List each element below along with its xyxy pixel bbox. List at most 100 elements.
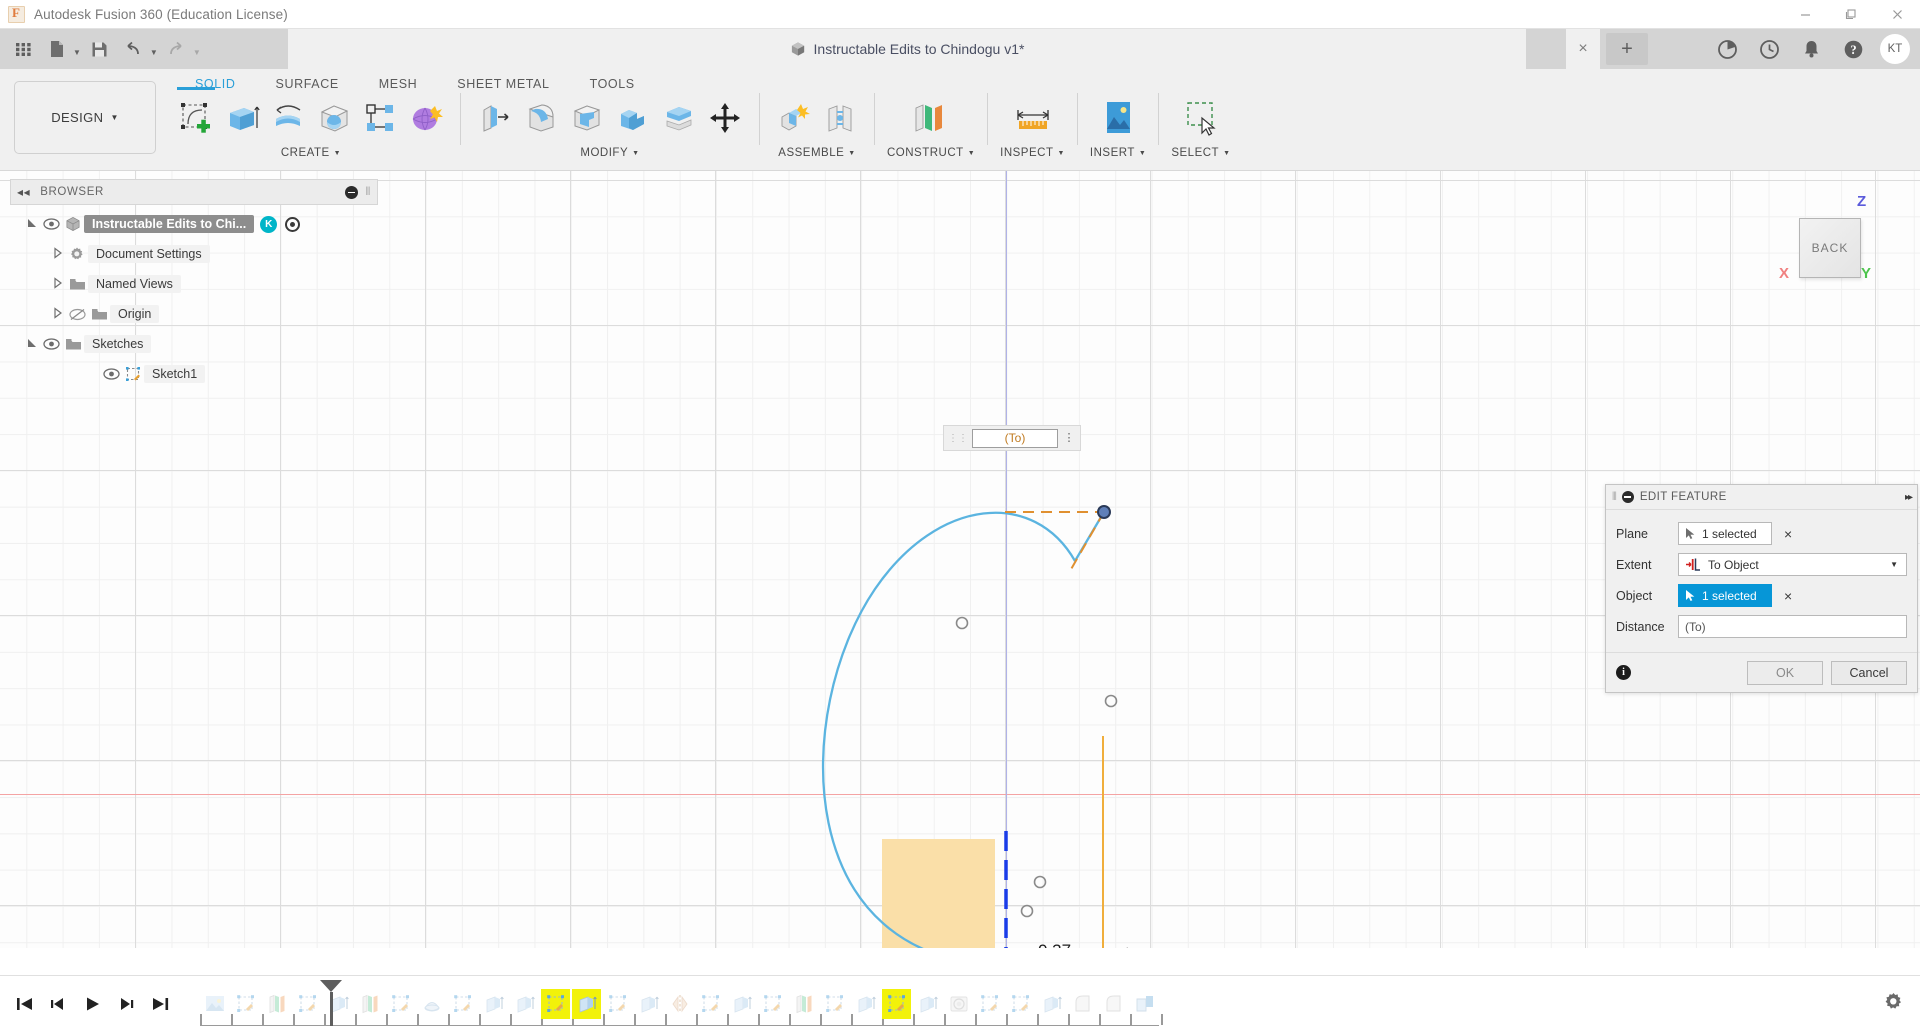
tree-row[interactable]: Sketches: [10, 329, 378, 359]
view-cube[interactable]: BACK Z X Y: [1777, 193, 1892, 298]
split-face-icon[interactable]: [657, 93, 701, 143]
revolve-icon[interactable]: [266, 93, 310, 143]
extrude-feature-icon[interactable]: [510, 989, 539, 1019]
tree-row[interactable]: Sketch1: [10, 359, 378, 389]
panel-insert-label[interactable]: INSERT ▼: [1090, 147, 1146, 159]
fillet-icon[interactable]: [519, 93, 563, 143]
tree-node-label[interactable]: Sketch1: [144, 365, 206, 383]
redo-icon[interactable]: [162, 34, 192, 64]
notifications-bell-icon[interactable]: [1790, 29, 1832, 69]
plane-clear-button[interactable]: ×: [1784, 526, 1792, 542]
expand-arrow-icon[interactable]: [24, 337, 40, 352]
press-pull-icon[interactable]: [473, 93, 517, 143]
plane-selection-field[interactable]: 1 selected: [1678, 522, 1772, 545]
expand-arrow-icon[interactable]: [24, 217, 40, 232]
extrude-feature-icon[interactable]: [634, 989, 663, 1019]
dialog-header[interactable]: ⦀ EDIT FEATURE ▸▸: [1606, 485, 1917, 510]
dimension-value-label[interactable]: 0.37: [1038, 941, 1071, 948]
mirror-feature-icon[interactable]: [665, 989, 694, 1019]
workspace-switcher-button[interactable]: DESIGN ▼: [14, 81, 156, 154]
recent-activity-icon[interactable]: [1748, 29, 1790, 69]
timeline-settings-icon[interactable]: [1883, 991, 1904, 1017]
timeline-track[interactable]: [200, 979, 1163, 1028]
distance-input[interactable]: (To): [1678, 615, 1907, 638]
expand-arrow-icon[interactable]: [50, 246, 66, 262]
plane-feature-icon[interactable]: [355, 989, 384, 1019]
shell-icon[interactable]: [565, 93, 609, 143]
expand-right-icon[interactable]: ▸▸: [1905, 492, 1913, 503]
select-window-icon[interactable]: [1175, 93, 1227, 143]
extrude-feature-icon[interactable]: [913, 989, 942, 1019]
play-icon[interactable]: [80, 991, 104, 1017]
form-icon[interactable]: [404, 93, 448, 143]
undo-icon[interactable]: [119, 34, 149, 64]
extent-to-marker[interactable]: ⋮⋮ (To) ⋮: [943, 425, 1081, 451]
loft-feature-icon[interactable]: [417, 989, 446, 1019]
modeling-canvas[interactable]: 0.37 ⋮⋮ (To) ⋮ BACK Z X Y ◂◂ BROWSER ⦀: [0, 171, 1920, 948]
plane-feature-icon[interactable]: [789, 989, 818, 1019]
minimize-button[interactable]: [1782, 0, 1828, 29]
tree-row[interactable]: Document Settings: [10, 239, 378, 269]
new-component-icon[interactable]: [772, 93, 816, 143]
extrude-feature-icon[interactable]: [572, 988, 601, 1019]
tree-row[interactable]: Named Views: [10, 269, 378, 299]
extrude-feature-icon[interactable]: [851, 989, 880, 1019]
step-forward-icon[interactable]: [114, 991, 138, 1017]
grip-icon[interactable]: ⦀: [366, 186, 371, 199]
sketch-feature-icon[interactable]: [696, 989, 725, 1019]
measure-icon[interactable]: [1005, 93, 1061, 143]
fillet-feature-icon[interactable]: [1099, 989, 1128, 1019]
shell-feature-icon[interactable]: [1130, 989, 1159, 1019]
joint-icon[interactable]: [818, 93, 862, 143]
panel-create-label[interactable]: CREATE ▼: [281, 147, 341, 159]
sketch-feature-icon[interactable]: [231, 989, 260, 1019]
panel-construct-label[interactable]: CONSTRUCT ▼: [887, 147, 975, 159]
sketch-feature-icon[interactable]: [882, 988, 911, 1019]
sketch-feature-icon[interactable]: [820, 989, 849, 1019]
create-sketch-icon[interactable]: [174, 87, 218, 143]
tree-node-label[interactable]: Sketches: [84, 335, 152, 353]
job-status-icon[interactable]: [1706, 29, 1748, 69]
expand-arrow-icon[interactable]: [50, 306, 66, 322]
document-tab[interactable]: Instructable Edits to Chindogu v1*: [288, 29, 1526, 69]
sketch-feature-icon[interactable]: [603, 989, 632, 1019]
collapse-left-icon[interactable]: ◂◂: [17, 185, 30, 199]
step-back-icon[interactable]: [46, 991, 70, 1017]
panel-inspect-label[interactable]: INSPECT ▼: [1000, 147, 1065, 159]
new-file-caret-icon[interactable]: ▼: [73, 48, 81, 57]
panel-assemble-label[interactable]: ASSEMBLE ▼: [778, 147, 855, 159]
sketch-feature-icon[interactable]: [448, 989, 477, 1019]
fillet-feature-icon[interactable]: [1068, 989, 1097, 1019]
grip-icon[interactable]: ⋮⋮: [948, 433, 968, 444]
tree-row[interactable]: Instructable Edits to Chi... K: [10, 209, 378, 239]
new-document-tab-button[interactable]: +: [1606, 33, 1648, 65]
panel-modify-label[interactable]: MODIFY ▼: [580, 147, 639, 159]
redo-caret-icon[interactable]: ▼: [193, 48, 201, 57]
avatar[interactable]: KT: [1880, 34, 1910, 64]
tree-node-label[interactable]: Document Settings: [88, 245, 210, 263]
view-cube-face[interactable]: BACK: [1799, 218, 1861, 278]
undo-caret-icon[interactable]: ▼: [150, 48, 158, 57]
sketch-feature-icon[interactable]: [758, 989, 787, 1019]
pattern-icon[interactable]: [358, 93, 402, 143]
sketch-feature-icon[interactable]: [1006, 989, 1035, 1019]
info-icon[interactable]: i: [1616, 665, 1631, 680]
sketch-feature-icon[interactable]: [386, 989, 415, 1019]
visibility-toggle-icon[interactable]: [40, 338, 62, 350]
sketch-feature-icon[interactable]: [541, 988, 570, 1019]
document-tab-close-icon[interactable]: ×: [1566, 29, 1600, 69]
hole-icon[interactable]: [312, 93, 356, 143]
app-grid-icon[interactable]: [8, 34, 38, 64]
chevron-down-icon[interactable]: ▼: [1890, 560, 1898, 569]
maximize-button[interactable]: [1828, 0, 1874, 29]
tree-row[interactable]: Origin: [10, 299, 378, 329]
visibility-toggle-icon[interactable]: [40, 218, 62, 230]
extrude-icon[interactable]: [220, 93, 264, 143]
object-selection-field[interactable]: 1 selected: [1678, 584, 1772, 607]
help-icon[interactable]: ?: [1832, 29, 1874, 69]
timeline-playhead[interactable]: [320, 979, 342, 1026]
more-vertical-icon[interactable]: ⋮: [1062, 432, 1076, 443]
plane-feature-icon[interactable]: [262, 989, 291, 1019]
extent-to-value[interactable]: (To): [972, 428, 1058, 448]
activate-component-radio[interactable]: [285, 216, 301, 232]
